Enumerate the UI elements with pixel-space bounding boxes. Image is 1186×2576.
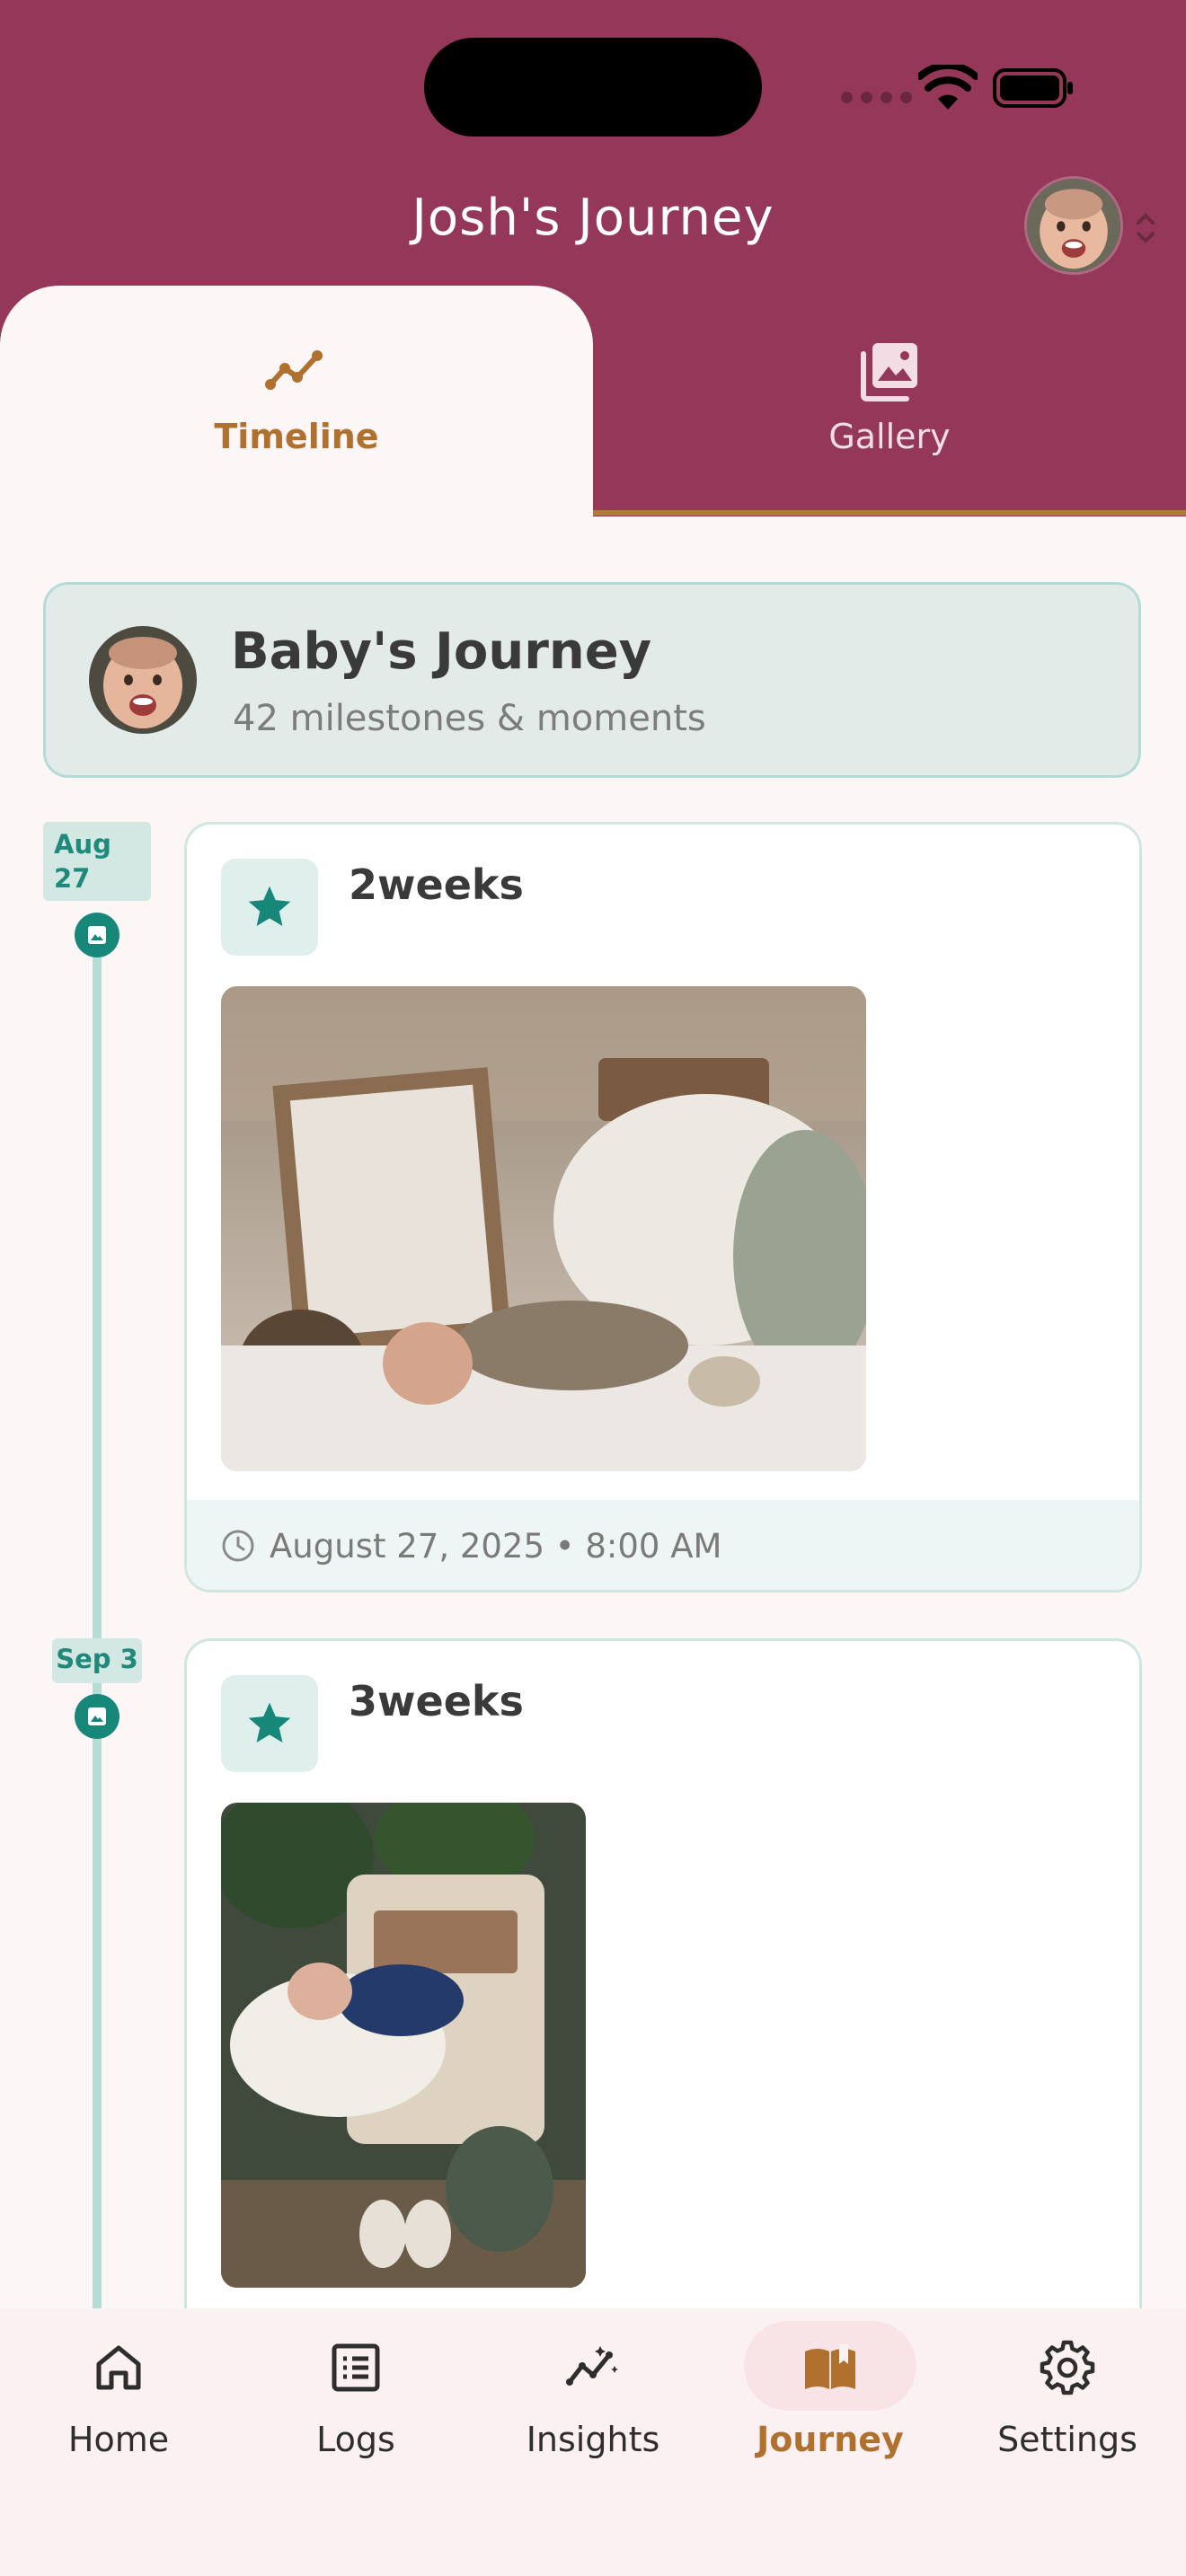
tab-timeline[interactable]: Timeline	[0, 286, 593, 517]
timeline-date: Aug 27	[54, 829, 111, 894]
milestone-timestamp-bar: August 27, 2025 • 8:00 AM	[187, 1500, 1139, 1590]
profile-avatar[interactable]	[1024, 176, 1123, 275]
tab-timeline-label: Timeline	[214, 417, 379, 456]
milestone-type-badge	[221, 1675, 318, 1772]
milestone-timestamp: August 27, 2025 • 8:00 AM	[270, 1527, 722, 1566]
switch-baby-chevron-icon[interactable]	[1134, 208, 1157, 248]
dynamic-island	[424, 38, 762, 137]
baby-avatar	[89, 626, 197, 734]
tab-gallery-label: Gallery	[828, 417, 951, 456]
summary-subtitle: 42 milestones & moments	[233, 698, 706, 739]
timeline-line	[93, 934, 102, 2317]
nav-home-label: Home	[67, 2420, 170, 2459]
photo-library-icon	[861, 343, 917, 401]
journey-summary-card: Baby's Journey 42 milestones & moments	[43, 582, 1141, 778]
nav-settings-label: Settings	[997, 2420, 1137, 2459]
nav-logs-label: Logs	[316, 2420, 395, 2459]
milestone-title: 3weeks	[349, 1677, 524, 1725]
signal-dots-icon	[841, 92, 913, 104]
nav-settings[interactable]: Settings	[949, 2308, 1186, 2576]
app-header: Josh's Journey Timeline Gallery	[0, 0, 1186, 517]
milestone-title: 2weeks	[349, 860, 524, 909]
star-icon	[248, 1702, 291, 1742]
tab-gallery[interactable]: Gallery	[593, 286, 1186, 510]
nav-logs[interactable]: Logs	[237, 2308, 474, 2576]
nav-insights[interactable]: Insights	[474, 2308, 712, 2576]
battery-icon	[993, 68, 1073, 108]
gear-icon	[1040, 2340, 1095, 2395]
clock-icon	[222, 1530, 254, 1562]
milestone-photo[interactable]	[221, 986, 866, 1471]
milestone-card[interactable]: 2weeks August 27, 2025 • 8:00 AM	[184, 822, 1142, 1592]
star-icon	[248, 886, 291, 926]
timeline-date-chip: Sep 3	[52, 1638, 142, 1683]
book-icon	[805, 2344, 855, 2389]
timeline-node-photo-icon	[75, 913, 119, 957]
insights-icon	[566, 2346, 618, 2386]
timeline-date: Sep 3	[56, 1644, 138, 1674]
home-icon	[96, 2345, 141, 2390]
timeline-date-chip: Aug 27	[43, 822, 151, 901]
nav-journey-label: Journey	[757, 2420, 904, 2459]
list-icon	[332, 2343, 380, 2392]
milestone-photo[interactable]	[221, 1803, 586, 2288]
tab-indicator	[593, 510, 1186, 516]
milestone-card[interactable]: 3weeks	[184, 1638, 1142, 2357]
summary-title: Baby's Journey	[231, 622, 652, 681]
timeline-node-photo-icon	[75, 1694, 119, 1739]
trending-icon	[265, 350, 323, 390]
bottom-navigation: Home Logs Insights Journey Settings	[0, 2308, 1186, 2576]
nav-journey[interactable]: Journey	[712, 2308, 949, 2576]
wifi-icon	[918, 65, 978, 110]
page-title: Josh's Journey	[412, 189, 774, 247]
milestone-type-badge	[221, 859, 318, 956]
nav-home[interactable]: Home	[0, 2308, 237, 2576]
nav-insights-label: Insights	[526, 2420, 660, 2459]
